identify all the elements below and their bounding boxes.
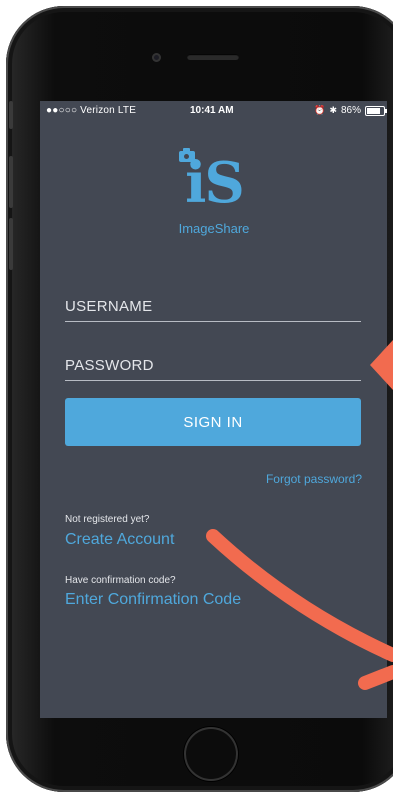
logo-name: ImageShare	[178, 221, 250, 236]
earpiece-speaker	[187, 54, 239, 60]
battery-icon	[365, 105, 387, 116]
forgot-password-link[interactable]: Forgot password?	[266, 472, 362, 486]
username-input[interactable]	[65, 298, 361, 321]
username-field[interactable]	[65, 298, 361, 322]
password-field[interactable]	[65, 357, 361, 381]
carrier-signal: ●●○○○ Verizon LTE	[46, 105, 137, 116]
battery-percent: 86%	[340, 105, 361, 116]
volume-up-button	[9, 156, 13, 208]
enter-confirmation-code-link[interactable]: Enter Confirmation Code	[65, 591, 241, 609]
sign-in-button[interactable]: SIGN IN	[65, 398, 361, 446]
status-time: 10:41 AM	[190, 105, 234, 116]
password-input[interactable]	[65, 357, 361, 380]
mute-switch	[9, 101, 13, 129]
front-camera	[152, 53, 161, 62]
home-button[interactable]	[184, 727, 238, 781]
logo-mark: iS	[185, 150, 245, 216]
imageshare-logo: iS ImageShare	[174, 148, 254, 241]
not-registered-label: Not registered yet?	[65, 514, 150, 525]
alarm-icon: ⏰	[314, 105, 326, 115]
phone-frame: ●●○○○ Verizon LTE 10:41 AM ⏰ ✱ 86% iS Im…	[6, 6, 393, 792]
app-screen: ●●○○○ Verizon LTE 10:41 AM ⏰ ✱ 86% iS Im…	[40, 101, 387, 718]
status-bar: ●●○○○ Verizon LTE 10:41 AM ⏰ ✱ 86%	[40, 101, 387, 121]
volume-down-button	[9, 218, 13, 270]
confirmation-code-label: Have confirmation code?	[65, 575, 176, 586]
status-right: ⏰ ✱ 86%	[314, 105, 387, 116]
create-account-link[interactable]: Create Account	[65, 531, 174, 549]
camera-icon	[179, 148, 195, 162]
bluetooth-icon: ✱	[329, 105, 337, 115]
